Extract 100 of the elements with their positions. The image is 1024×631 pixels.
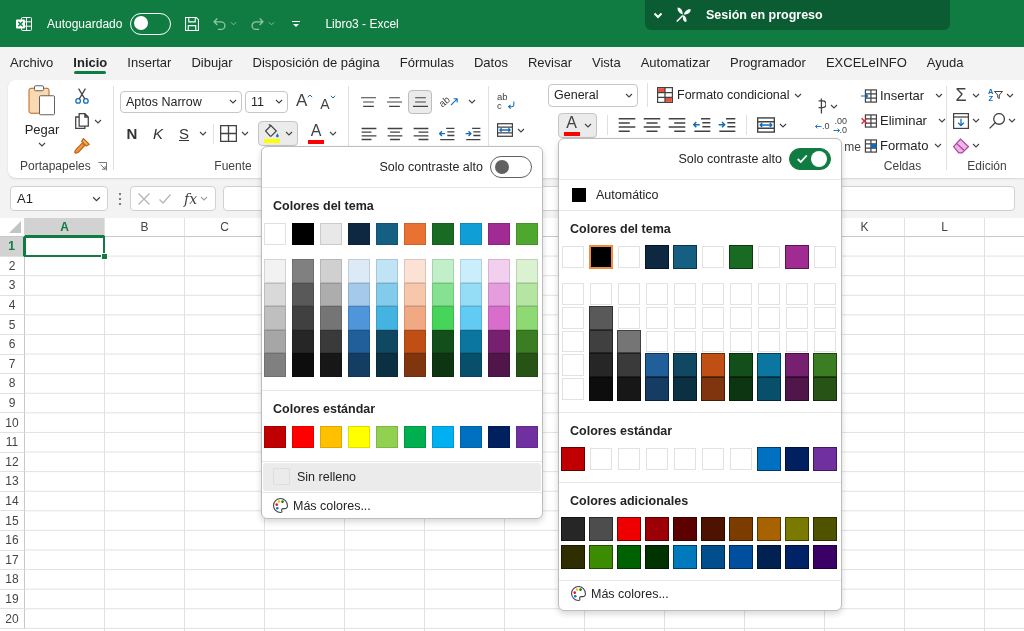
color-swatch-icon[interactable] [376, 329, 398, 354]
color-swatch-icon[interactable] [617, 353, 641, 378]
select-all-icon[interactable] [9, 221, 21, 233]
color-swatch-icon[interactable] [516, 353, 538, 377]
align-left-icon[interactable] [361, 126, 377, 142]
vertical-dots-icon[interactable] [118, 191, 122, 206]
color-swatch-icon[interactable] [516, 329, 538, 354]
scissors-icon[interactable] [74, 88, 90, 104]
italic-button[interactable]: K [147, 122, 169, 145]
ribbon-tab[interactable]: Disposición de página [252, 47, 380, 78]
color-swatch-icon[interactable] [292, 353, 314, 377]
menu-item[interactable]: Más colores... [263, 493, 541, 518]
menu-item[interactable]: Automático [560, 181, 840, 209]
color-swatch-icon[interactable] [348, 329, 370, 354]
column-header[interactable]: K [843, 218, 905, 237]
decrease-indent-icon[interactable] [439, 126, 455, 142]
fill-down-icon[interactable] [953, 112, 969, 129]
color-swatch-icon[interactable] [292, 259, 314, 283]
color-swatch-icon[interactable] [785, 545, 809, 569]
color-swatch-icon[interactable] [757, 353, 781, 378]
color-swatch-icon[interactable] [516, 425, 538, 448]
color-swatch-icon[interactable] [645, 245, 669, 269]
row-header[interactable]: 1 [0, 237, 25, 257]
caret-icon[interactable] [468, 99, 476, 104]
align-bottom-button[interactable] [408, 89, 432, 114]
color-swatch-icon[interactable] [320, 329, 342, 354]
color-swatch-icon[interactable] [432, 306, 454, 330]
color-swatch-icon[interactable] [729, 517, 753, 541]
color-swatch-icon[interactable] [589, 329, 613, 354]
row-header[interactable]: 19 [0, 589, 25, 610]
caret-icon[interactable] [199, 131, 207, 136]
color-swatch-icon[interactable] [516, 306, 538, 330]
format-cells-button[interactable]: Formato [861, 137, 944, 154]
color-swatch-icon[interactable] [348, 353, 370, 377]
caret-icon[interactable] [517, 127, 525, 133]
color-swatch-icon[interactable] [404, 282, 426, 307]
color-swatch-icon[interactable] [813, 545, 837, 569]
decrease-decimal-button[interactable]: .0 [815, 121, 830, 131]
caret-icon[interactable] [92, 195, 101, 202]
color-swatch-icon[interactable] [432, 329, 454, 354]
fill-color-button[interactable] [258, 121, 298, 146]
ribbon-tab[interactable]: Vista [592, 47, 621, 78]
ribbon-tab[interactable]: Datos [473, 47, 508, 78]
ribbon-tab[interactable]: Insertar [127, 47, 172, 78]
color-swatch-icon[interactable] [785, 447, 809, 471]
caret-icon[interactable] [285, 131, 293, 136]
color-swatch-icon[interactable] [785, 353, 809, 378]
row-header[interactable]: 9 [0, 393, 25, 414]
caret-icon[interactable] [934, 143, 943, 148]
color-swatch-icon[interactable] [404, 223, 426, 245]
color-swatch-icon[interactable] [645, 377, 669, 401]
eraser-icon[interactable] [953, 137, 969, 154]
search-icon[interactable] [989, 112, 1005, 129]
color-swatch-icon[interactable] [488, 329, 510, 354]
color-swatch-icon[interactable] [404, 353, 426, 377]
color-swatch-icon[interactable] [813, 353, 837, 378]
color-swatch-icon[interactable] [617, 377, 641, 401]
name-box[interactable]: A1 [10, 186, 108, 211]
color-swatch-icon[interactable] [729, 353, 753, 378]
row-header[interactable]: 12 [0, 452, 25, 473]
color-swatch-icon[interactable] [348, 282, 370, 307]
color-swatch-icon[interactable] [701, 377, 725, 401]
color-swatch-icon[interactable] [617, 329, 641, 354]
color-swatch-icon[interactable] [645, 545, 669, 569]
row-header[interactable]: 10 [0, 413, 25, 433]
caret-icon[interactable] [972, 118, 980, 123]
row-header[interactable]: 5 [0, 315, 25, 335]
align-right-icon[interactable] [668, 117, 686, 133]
color-swatch-icon[interactable] [348, 306, 370, 330]
column-header[interactable]: L [905, 218, 985, 237]
color-swatch-icon[interactable] [589, 517, 613, 541]
color-swatch-icon[interactable] [589, 545, 613, 569]
insert-function-button[interactable]: fx [184, 190, 209, 207]
caret-icon[interactable] [935, 93, 944, 98]
color-swatch-icon[interactable] [488, 425, 510, 448]
ribbon-tab[interactable]: EXCELeINFO [825, 47, 907, 78]
color-swatch-icon[interactable] [488, 353, 510, 377]
color-swatch-icon[interactable] [460, 425, 482, 448]
align-center-icon[interactable] [643, 117, 661, 133]
color-swatch-icon[interactable] [488, 306, 510, 330]
color-swatch-icon[interactable] [320, 223, 342, 245]
fill-handle-icon[interactable] [101, 252, 108, 260]
color-swatch-icon[interactable] [264, 329, 286, 354]
caret-icon[interactable] [937, 118, 946, 123]
caret-icon[interactable] [1008, 118, 1016, 123]
color-swatch-icon[interactable] [432, 223, 454, 245]
color-swatch-icon[interactable] [376, 353, 398, 377]
row-header[interactable]: 4 [0, 295, 25, 316]
color-swatch-icon[interactable] [264, 306, 286, 330]
color-swatch-icon[interactable] [645, 517, 669, 541]
color-swatch-icon[interactable] [432, 282, 454, 307]
color-swatch-icon[interactable] [516, 259, 538, 283]
brush-icon[interactable] [74, 138, 90, 154]
ribbon-tab[interactable]: Programador [730, 47, 806, 78]
caret-icon[interactable] [1006, 92, 1015, 98]
number-format-combobox[interactable]: General [548, 83, 638, 107]
color-swatch-icon[interactable] [460, 329, 482, 354]
color-swatch-icon[interactable] [292, 329, 314, 354]
row-header[interactable]: 8 [0, 374, 25, 394]
conditional-formatting-button[interactable]: Formato condicional [657, 87, 802, 103]
